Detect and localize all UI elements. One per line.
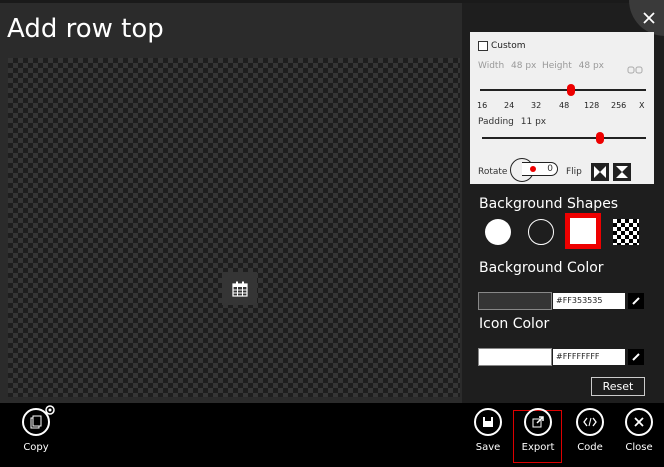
flip-horizontal-button[interactable]	[591, 163, 609, 181]
flip-horizontal-icon	[594, 166, 606, 178]
reset-button[interactable]: Reset	[591, 377, 645, 396]
rotate-input[interactable]: 0	[522, 162, 558, 176]
bottom-app-bar	[0, 403, 664, 467]
icon-color-swatch[interactable]	[478, 348, 552, 366]
page-title: Add row top	[7, 14, 164, 44]
flip-label: Flip	[566, 167, 582, 177]
code-icon	[583, 417, 597, 427]
shape-transparent[interactable]	[613, 219, 639, 245]
close-label: Close	[625, 442, 653, 453]
background-color-title: Background Color	[479, 260, 604, 276]
size-tick[interactable]: X	[639, 101, 644, 110]
background-color-picker-button[interactable]	[628, 293, 644, 309]
size-slider-thumb[interactable]	[567, 84, 576, 96]
icon-color-picker-button[interactable]	[628, 349, 644, 365]
size-tick[interactable]: 128	[584, 101, 599, 110]
settings-gear-icon	[45, 405, 55, 415]
close-button[interactable]: Close	[619, 408, 659, 453]
close-icon	[634, 417, 644, 427]
icon-color-hex-input[interactable]: #FFFFFFFF	[553, 349, 625, 365]
code-label: Code	[577, 442, 603, 453]
export-icon	[532, 416, 544, 428]
height-value[interactable]: 48 px	[579, 61, 604, 71]
save-icon	[483, 417, 493, 427]
flip-vertical-button[interactable]	[613, 163, 631, 181]
export-button[interactable]: Export	[518, 408, 558, 453]
size-tick[interactable]: 256	[611, 101, 626, 110]
width-value[interactable]: 48 px	[511, 61, 536, 71]
shape-circle-outline[interactable]	[528, 219, 554, 245]
padding-slider-thumb[interactable]	[596, 132, 605, 144]
save-button[interactable]: Save	[468, 408, 508, 453]
close-icon	[643, 12, 655, 24]
rotate-handle[interactable]	[530, 166, 536, 172]
size-slider[interactable]	[480, 89, 646, 91]
size-tick[interactable]: 24	[504, 101, 514, 110]
icon-color-title: Icon Color	[479, 316, 550, 332]
export-label: Export	[521, 442, 555, 453]
preview-canvas	[8, 58, 460, 397]
shape-circle-filled[interactable]	[485, 219, 511, 245]
padding-slider[interactable]	[482, 137, 646, 139]
custom-checkbox[interactable]	[478, 41, 488, 51]
padding-label: Padding	[478, 117, 514, 127]
flip-vertical-icon	[616, 166, 628, 178]
size-settings-panel: Custom Width 48 px Height 48 px 16 24 32…	[470, 32, 654, 184]
size-tick[interactable]: 48	[559, 101, 569, 110]
size-tick[interactable]: 16	[477, 101, 487, 110]
padding-value: 11 px	[520, 117, 547, 127]
code-button[interactable]: Code	[570, 408, 610, 453]
shape-square-selected[interactable]	[565, 213, 601, 249]
size-tick[interactable]: 32	[531, 101, 541, 110]
save-label: Save	[475, 442, 501, 453]
rotate-label: Rotate	[478, 167, 508, 177]
calendar-table-icon	[222, 272, 257, 305]
copy-label: Copy	[23, 442, 49, 453]
copy-icon	[30, 415, 42, 429]
background-shapes-title: Background Shapes	[479, 196, 619, 212]
height-label: Height	[542, 61, 572, 71]
background-color-swatch[interactable]	[478, 292, 552, 310]
width-label: Width	[478, 61, 505, 71]
copy-button[interactable]: Copy	[16, 405, 56, 453]
background-color-hex-input[interactable]: #FF353535	[553, 293, 625, 309]
eyedropper-icon	[632, 353, 640, 361]
eyedropper-icon	[632, 297, 640, 305]
custom-label: Custom	[491, 41, 526, 51]
link-aspect-icon[interactable]	[627, 60, 643, 79]
